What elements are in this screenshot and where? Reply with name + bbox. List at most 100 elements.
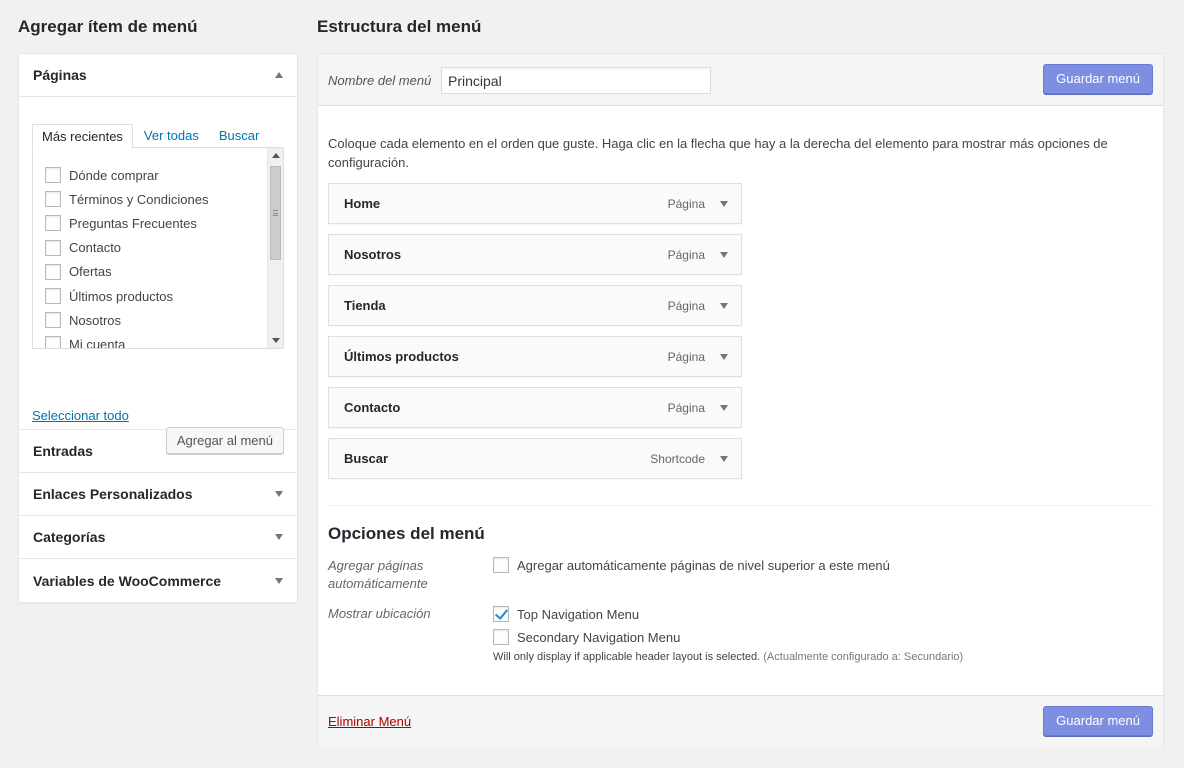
tab-view-all[interactable]: Ver todas: [135, 124, 208, 148]
menu-item-type: Página: [667, 247, 705, 262]
auto-add-label: Agregar páginas automáticamente: [328, 558, 428, 591]
page-checkbox[interactable]: [45, 239, 61, 256]
scroll-thumb[interactable]: [270, 166, 281, 260]
grip-icon: [273, 210, 278, 216]
menu-item-type: Página: [667, 196, 705, 211]
auto-add-option[interactable]: Agregar automáticamente páginas de nivel…: [493, 557, 890, 573]
add-to-menu-button[interactable]: Agregar al menú: [165, 427, 284, 454]
list-item[interactable]: Términos y Condiciones: [33, 187, 267, 211]
section-header-categories[interactable]: Categorías: [19, 516, 297, 559]
expand-arrow-icon[interactable]: [720, 201, 728, 207]
menu-name-label: Nombre del menú: [328, 73, 432, 88]
divider: [328, 505, 1153, 506]
pages-checklist[interactable]: Dónde comprar Términos y Condiciones Pre…: [32, 147, 284, 349]
location-note-text: Will only display if applicable header l…: [493, 651, 761, 663]
menu-header: Nombre del menú Guardar menú: [318, 54, 1163, 106]
select-all-link[interactable]: Seleccionar todo: [32, 408, 129, 423]
caret-down-icon[interactable]: [275, 491, 283, 497]
section-header-custom-links[interactable]: Enlaces Personalizados: [19, 473, 297, 516]
checklist-scrollbar[interactable]: [267, 148, 283, 348]
menu-item[interactable]: Contacto Página: [328, 387, 742, 428]
menu-item-type: Página: [667, 349, 705, 364]
tab-search[interactable]: Buscar: [210, 124, 268, 148]
page-checkbox[interactable]: [45, 215, 61, 232]
page-label: Ofertas: [69, 264, 112, 280]
section-title: Variables de WooCommerce: [33, 572, 222, 589]
menu-instructions: Coloque cada elemento en el orden que gu…: [328, 136, 1108, 170]
page-label: Nosotros: [69, 312, 122, 328]
section-title: Enlaces Personalizados: [33, 486, 193, 502]
page-label: Dónde comprar: [69, 167, 159, 183]
auto-add-text: Agregar automáticamente páginas de nivel…: [517, 557, 890, 573]
page-checkbox[interactable]: [45, 336, 61, 348]
menu-item[interactable]: Nosotros Página: [328, 234, 742, 275]
page-label: Contacto: [69, 240, 122, 256]
menu-options-title: Opciones del menú: [328, 524, 485, 543]
delete-menu-link[interactable]: Eliminar Menú: [328, 714, 411, 729]
menu-footer: [318, 695, 1163, 747]
list-item[interactable]: Nosotros: [33, 308, 267, 332]
section-title: Categorías: [33, 529, 106, 545]
tab-recent[interactable]: Más recientes: [32, 124, 133, 149]
list-item[interactable]: Ofertas: [33, 260, 267, 284]
expand-arrow-icon[interactable]: [720, 456, 728, 462]
auto-add-checkbox[interactable]: [493, 557, 509, 573]
menu-structure-title: Estructura del menú: [317, 17, 482, 36]
page-label: Últimos productos: [69, 288, 174, 304]
menu-name-input[interactable]: [441, 67, 711, 94]
list-item[interactable]: Mi cuenta: [33, 332, 267, 348]
menu-item[interactable]: Home Página: [328, 183, 742, 224]
pages-section-body: Más recientes Ver todas Buscar Dónde com…: [19, 97, 297, 454]
pages-section-title: Páginas: [33, 67, 87, 83]
location-note-current: (Actualmente configurado a: Secundario): [763, 651, 964, 663]
menu-item[interactable]: Buscar Shortcode: [328, 438, 742, 479]
save-menu-button-top[interactable]: Guardar menú: [1043, 64, 1153, 94]
location-note: Will only display if applicable header l…: [493, 651, 963, 663]
menu-item-title: Tienda: [344, 298, 386, 313]
location-option-label: Top Navigation Menu: [517, 606, 640, 622]
secondary-navigation-checkbox[interactable]: [493, 629, 509, 645]
pages-section-header[interactable]: Páginas: [19, 54, 297, 97]
page-label: Mi cuenta: [69, 336, 126, 348]
expand-arrow-icon[interactable]: [720, 405, 728, 411]
menu-item-title: Home: [344, 196, 381, 211]
section-title: Entradas: [33, 443, 93, 459]
menu-item-title: Últimos productos: [344, 349, 459, 364]
menu-item-title: Buscar: [344, 451, 389, 466]
location-option-top[interactable]: Top Navigation Menu: [493, 606, 639, 622]
top-navigation-checkbox[interactable]: [493, 606, 509, 622]
pages-tabs: Más recientes Ver todas Buscar: [32, 124, 284, 149]
location-label: Mostrar ubicación: [328, 606, 431, 621]
section-header-woocommerce-variables[interactable]: Variables de WooCommerce: [19, 559, 297, 602]
location-option-label: Secondary Navigation Menu: [517, 629, 681, 645]
menu-item-title: Nosotros: [344, 247, 402, 262]
menu-item[interactable]: Últimos productos Página: [328, 336, 742, 377]
list-item[interactable]: Dónde comprar: [33, 163, 267, 187]
menu-structure-panel: Nombre del menú Guardar menú Coloque cad…: [317, 53, 1164, 747]
add-menu-item-title: Agregar ítem de menú: [18, 17, 198, 36]
menu-items-list: Home Página Nosotros Página Tienda Página Ú…: [328, 183, 742, 489]
location-option-secondary[interactable]: Secondary Navigation Menu: [493, 629, 680, 645]
expand-arrow-icon[interactable]: [720, 303, 728, 309]
page-checkbox[interactable]: [45, 312, 61, 329]
menu-item-type: Página: [667, 298, 705, 313]
caret-up-icon[interactable]: [275, 72, 283, 78]
expand-arrow-icon[interactable]: [720, 252, 728, 258]
caret-down-icon[interactable]: [275, 577, 283, 584]
menu-item[interactable]: Tienda Página: [328, 285, 742, 326]
list-item[interactable]: Últimos productos: [33, 284, 267, 308]
menu-item-title: Contacto: [344, 400, 401, 415]
menu-item-type: Página: [667, 400, 705, 415]
page-checkbox[interactable]: [45, 167, 61, 184]
caret-down-icon[interactable]: [275, 534, 283, 540]
scroll-down-icon[interactable]: [272, 338, 280, 343]
save-menu-button-bottom[interactable]: Guardar menú: [1043, 706, 1153, 736]
page-checkbox[interactable]: [45, 263, 61, 280]
scroll-up-icon[interactable]: [272, 153, 280, 158]
page-checkbox[interactable]: [45, 191, 61, 208]
page-checkbox[interactable]: [45, 288, 61, 305]
expand-arrow-icon[interactable]: [720, 354, 728, 360]
list-item[interactable]: Contacto: [33, 236, 267, 260]
menu-item-type: Shortcode: [650, 451, 705, 466]
list-item[interactable]: Preguntas Frecuentes: [33, 211, 267, 235]
